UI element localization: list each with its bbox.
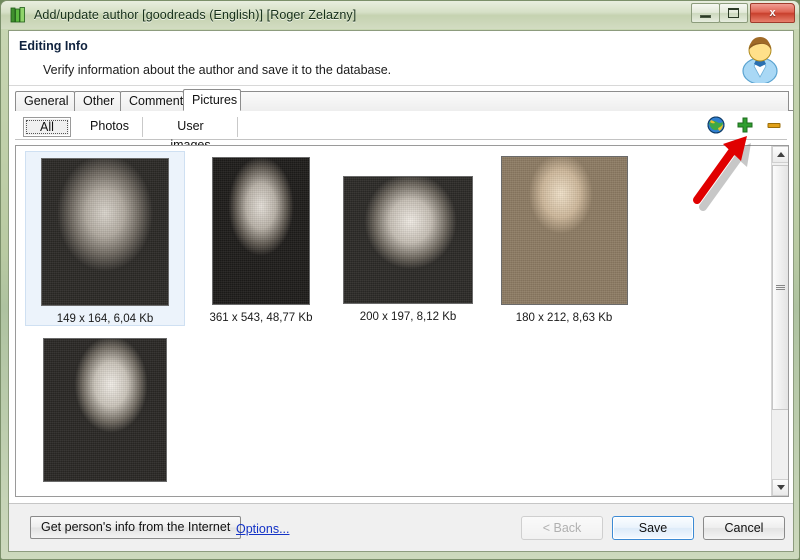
scrollbar-thumb[interactable] xyxy=(772,165,788,410)
window-controls: x xyxy=(691,3,795,23)
application-window: Add/update author [goodreads (English)] … xyxy=(0,0,800,560)
scroll-up-arrow-icon[interactable] xyxy=(772,146,788,163)
tab-pictures[interactable]: Pictures xyxy=(183,89,241,111)
pictures-tab-page: All Photos User images xyxy=(15,115,789,505)
scrollbar-grip-icon xyxy=(776,284,785,291)
picture-preview[interactable] xyxy=(43,338,167,482)
back-button[interactable]: < Back xyxy=(521,516,603,540)
picture-thumbnail-item[interactable]: 200 x 197, 8,12 Kb xyxy=(333,151,483,326)
picture-thumbnail-item[interactable]: 180 x 212, 8,63 Kb xyxy=(488,151,640,326)
picture-filter-bar: All Photos User images xyxy=(15,115,787,152)
plus-icon[interactable] xyxy=(736,116,754,134)
get-person-info-button[interactable]: Get person's info from the Internet xyxy=(30,516,242,539)
page-subtitle: Verify information about the author and … xyxy=(43,63,392,77)
tab-filler xyxy=(240,91,789,111)
tab-general[interactable]: General xyxy=(15,91,75,111)
vertical-scrollbar[interactable] xyxy=(771,146,788,496)
picture-thumbnail-item[interactable]: 361 x 543, 48,77 Kb xyxy=(194,151,328,326)
user-avatar-icon xyxy=(735,33,785,85)
picture-preview[interactable] xyxy=(500,156,628,305)
focus-outline xyxy=(26,120,68,134)
picture-caption: 149 x 164, 6,04 Kb xyxy=(56,313,154,325)
window-title: Add/update author [goodreads (English)] … xyxy=(34,8,357,22)
books-icon xyxy=(8,5,28,25)
picture-thumbnail-item[interactable]: 149 x 164, 6,04 Kb xyxy=(25,151,185,326)
pictures-toolbar xyxy=(707,116,783,134)
picture-caption: 180 x 212, 8,63 Kb xyxy=(515,312,613,324)
subtab-all[interactable]: All xyxy=(23,117,71,137)
picture-preview[interactable] xyxy=(343,176,473,304)
globe-icon[interactable] xyxy=(707,116,725,134)
minus-icon[interactable] xyxy=(765,116,783,134)
picture-caption: 200 x 197, 8,12 Kb xyxy=(359,311,457,323)
pictures-list-panel[interactable]: 149 x 164, 6,04 Kb 361 x 543, 48,77 Kb 2… xyxy=(15,145,789,497)
subtab-photos[interactable]: Photos xyxy=(77,117,143,137)
minimize-button[interactable] xyxy=(691,3,720,23)
options-link[interactable]: Options... xyxy=(236,522,290,536)
picture-caption: 361 x 543, 48,77 Kb xyxy=(209,312,313,324)
title-bar[interactable]: Add/update author [goodreads (English)] … xyxy=(1,1,799,29)
client-area: Editing Info Verify information about th… xyxy=(8,30,794,552)
pictures-scroll-viewport: 149 x 164, 6,04 Kb 361 x 543, 48,77 Kb 2… xyxy=(16,146,771,496)
down-arrow-glyph xyxy=(776,485,785,490)
picture-thumbnail-item[interactable] xyxy=(25,332,185,496)
picture-preview[interactable] xyxy=(212,157,310,305)
up-arrow-glyph xyxy=(776,152,785,157)
footer-panel: Get person's info from the Internet Opti… xyxy=(9,503,793,551)
tab-comment[interactable]: Comment xyxy=(120,91,184,111)
scroll-down-arrow-icon[interactable] xyxy=(772,479,788,496)
page-title: Editing Info xyxy=(19,39,88,53)
subtab-user-images[interactable]: User images xyxy=(144,117,238,152)
tab-other[interactable]: Other xyxy=(74,91,121,111)
tab-bar: General Other Comment Pictures xyxy=(15,89,793,111)
maximize-button[interactable] xyxy=(719,3,748,23)
header-panel: Editing Info Verify information about th… xyxy=(9,31,793,86)
cancel-button[interactable]: Cancel xyxy=(703,516,785,540)
save-button[interactable]: Save xyxy=(612,516,694,540)
close-button[interactable]: x xyxy=(750,3,795,23)
picture-preview[interactable] xyxy=(41,158,169,306)
